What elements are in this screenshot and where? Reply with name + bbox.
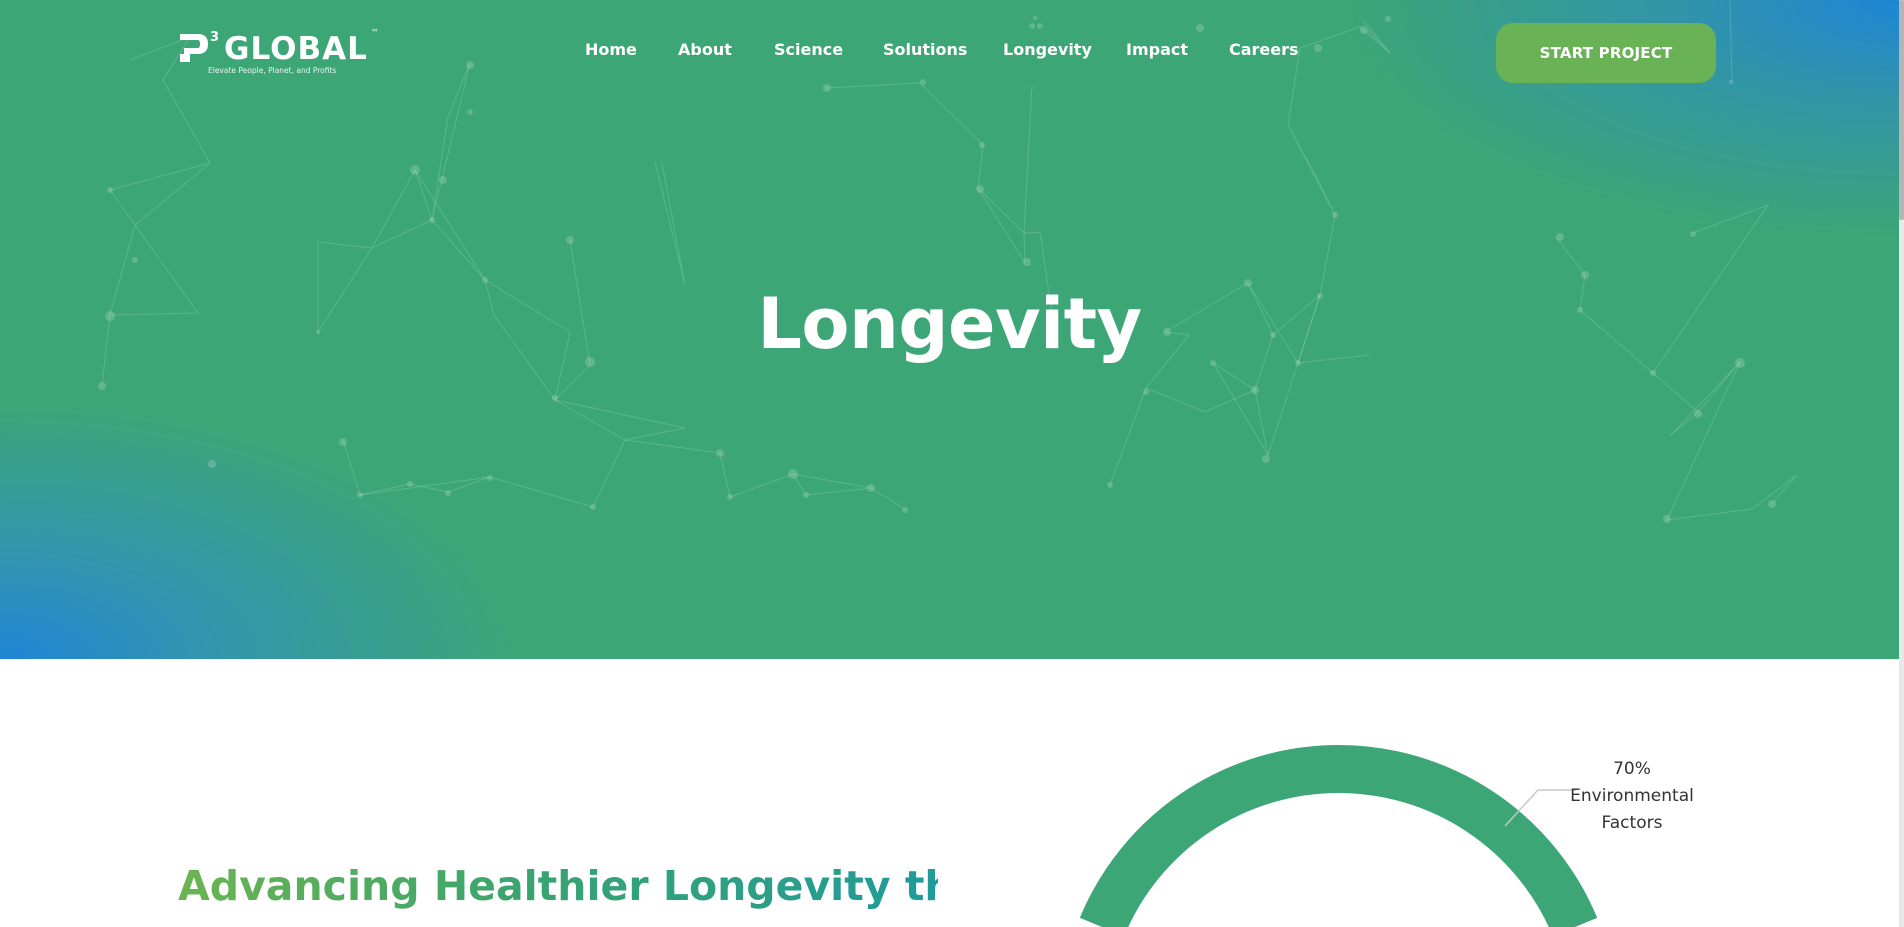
start-project-button[interactable]: START PROJECT xyxy=(1496,23,1716,83)
donut-callout-label: 70% Environmental Factors xyxy=(1562,756,1702,837)
donut-ring-segment xyxy=(1080,745,1598,927)
nav-item-about[interactable]: About xyxy=(678,40,732,59)
nav-item-careers[interactable]: Careers xyxy=(1229,40,1299,59)
hero-banner: 3 GLOBAL ™ Elevate People, Planet, and P… xyxy=(0,0,1899,659)
donut-callout-line2: Factors xyxy=(1601,813,1663,833)
donut-callout-line1: Environmental xyxy=(1570,786,1694,806)
brand-logo[interactable]: 3 GLOBAL ™ Elevate People, Planet, and P… xyxy=(178,28,379,78)
nav-item-impact[interactable]: Impact xyxy=(1126,40,1188,59)
nav-item-science[interactable]: Science xyxy=(774,40,843,59)
page-title: Longevity xyxy=(757,283,1142,365)
nav-item-home[interactable]: Home xyxy=(585,40,637,59)
logo-trademark: ™ xyxy=(371,28,379,37)
nav-item-longevity[interactable]: Longevity xyxy=(1003,40,1092,59)
logo-tagline: Elevate People, Planet, and Profits xyxy=(208,66,337,75)
scrollbar-thumb[interactable] xyxy=(1899,0,1904,220)
logo-superscript: 3 xyxy=(210,30,220,45)
donut-callout-value: 70% xyxy=(1613,759,1651,779)
page-scrollbar[interactable] xyxy=(1899,0,1904,927)
logo-wordmark: GLOBAL xyxy=(224,31,368,67)
nav-item-solutions[interactable]: Solutions xyxy=(883,40,967,59)
section-heading: Advancing Healthier Longevity through th… xyxy=(178,862,1613,910)
